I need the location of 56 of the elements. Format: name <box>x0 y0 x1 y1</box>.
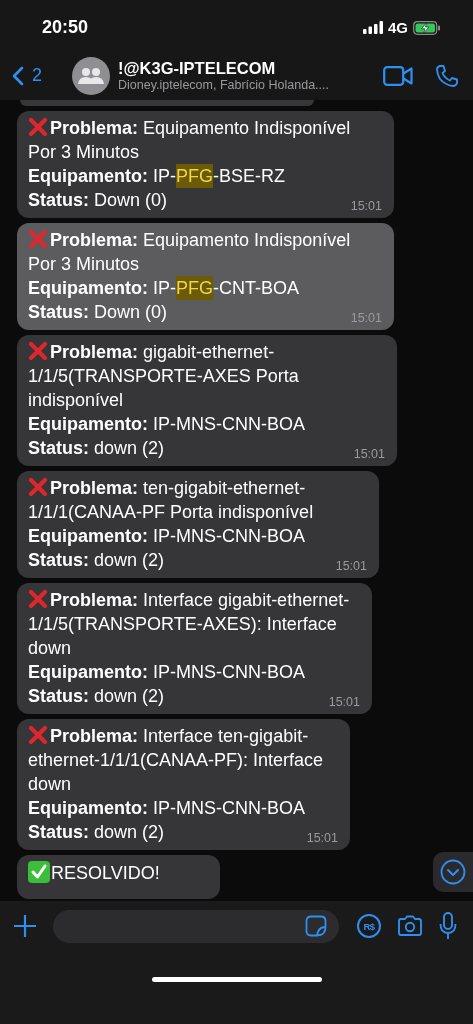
payment-button[interactable]: R$ <box>357 914 381 938</box>
message-text: Status: down (2) <box>28 821 165 844</box>
message-text: Equipamento: IP-MNS-CNN-BOA <box>28 413 305 436</box>
message-text: RESOLVIDO! <box>28 861 160 885</box>
message-time: 15:01 <box>350 199 382 213</box>
message-text: Problema: Equipamento Indisponível Por 3 Minutos <box>28 228 352 276</box>
message-text: Equipamento: IP-PFG-BSE-RZ <box>28 164 286 188</box>
message-text: Equipamento: IP-MNS-CNN-BOA <box>28 525 305 548</box>
battery-charging-icon <box>413 20 441 35</box>
cross-icon <box>28 229 48 249</box>
cross-icon <box>28 477 48 497</box>
message-text: Equipamento: IP-MNS-CNN-BOA <box>28 797 305 820</box>
message-time: 15:01 <box>353 447 385 461</box>
message-text: Problema: Interface ten-gigabit-ethernet-1/1/1(CANAA-PF): Interface down <box>28 724 325 796</box>
network-type: 4G <box>388 19 408 36</box>
message-text: Problema: ten-gigabit-ethernet-1/1/1(CANAA-PF Porta indisponível <box>28 476 315 524</box>
message-input[interactable] <box>53 909 339 943</box>
cross-icon <box>28 117 48 137</box>
message-time: 15:01 <box>328 695 360 709</box>
chevron-down-icon <box>440 859 466 885</box>
sticker-icon[interactable] <box>305 915 327 937</box>
message-text: Status: down (2) <box>28 437 165 460</box>
phone-icon[interactable] <box>435 63 459 88</box>
message-time: 15:01 <box>335 559 367 573</box>
message-text: Problema: gigabit-ethernet-1/1/5(TRANSPORTE-AXES Porta indisponível <box>28 340 300 412</box>
message-bubble[interactable]: Problema: Equipamento Indisponível Por 3 Minutos Equipamento: IP-PFG-BSE-RZ Status: Down (0) 15:01 <box>17 111 394 218</box>
message-time: 15:01 <box>306 831 338 845</box>
plus-icon[interactable] <box>13 914 37 938</box>
back-button[interactable]: 2 <box>12 65 64 86</box>
message-text: Status: down (2) <box>28 549 165 572</box>
microphone-icon[interactable] <box>439 912 457 940</box>
message-text: Status: Down (0) <box>28 301 168 324</box>
group-avatar[interactable] <box>72 56 110 95</box>
message-bubble[interactable]: Problema: gigabit-ethernet-1/1/5(TRANSPORTE-AXES Porta indisponível Equipamento: IP-MNS-CNN-BOA Status: down (2) 15:01 <box>17 335 397 466</box>
scroll-down-button[interactable] <box>433 852 473 892</box>
chevron-left-icon <box>12 65 24 86</box>
message-text: Problema: Interface gigabit-ethernet-1/1/5(TRANSPORTE-AXES): Interface down <box>28 588 351 660</box>
cross-icon <box>28 725 48 745</box>
video-call-icon[interactable] <box>383 65 413 86</box>
status-time: 20:50 <box>42 17 89 38</box>
signal-icon <box>363 21 383 34</box>
message-bubble[interactable]: RESOLVIDO! <box>17 855 220 899</box>
chat-members: Dioney.iptelecom, Fabrício Holanda.... <box>118 78 329 92</box>
camera-icon[interactable] <box>397 915 423 937</box>
cross-icon <box>28 589 48 609</box>
message-bubble[interactable]: Problema: ten-gigabit-ethernet-1/1/1(CANAA-PF Porta indisponível Equipamento: IP-MNS-CNN-BOA Status: down (2) 15:01 <box>17 471 379 578</box>
message-time: 15:01 <box>350 311 382 325</box>
check-icon <box>28 861 50 883</box>
message-text: Status: Down (0) <box>28 189 168 212</box>
message-text: Problema: Equipamento Indisponível Por 3 Minutos <box>28 116 352 164</box>
message-bubble[interactable]: Problema: Interface ten-gigabit-ethernet-1/1/1(CANAA-PF): Interface down Equipamento: IP-MNS-CNN-BOA Status: down (2) 15:01 <box>17 719 350 850</box>
message-text: Status: down (2) <box>28 685 165 708</box>
message-bubble[interactable]: Problema: Interface gigabit-ethernet-1/1/5(TRANSPORTE-AXES): Interface down Equipamento: IP-MNS-CNN-BOA Status: down (2) 15:01 <box>17 583 372 714</box>
cross-icon <box>28 341 48 361</box>
message-text: Equipamento: IP-MNS-CNN-BOA <box>28 661 305 684</box>
chat-title[interactable]: !@K3G-IPTELECOM <box>118 59 276 78</box>
